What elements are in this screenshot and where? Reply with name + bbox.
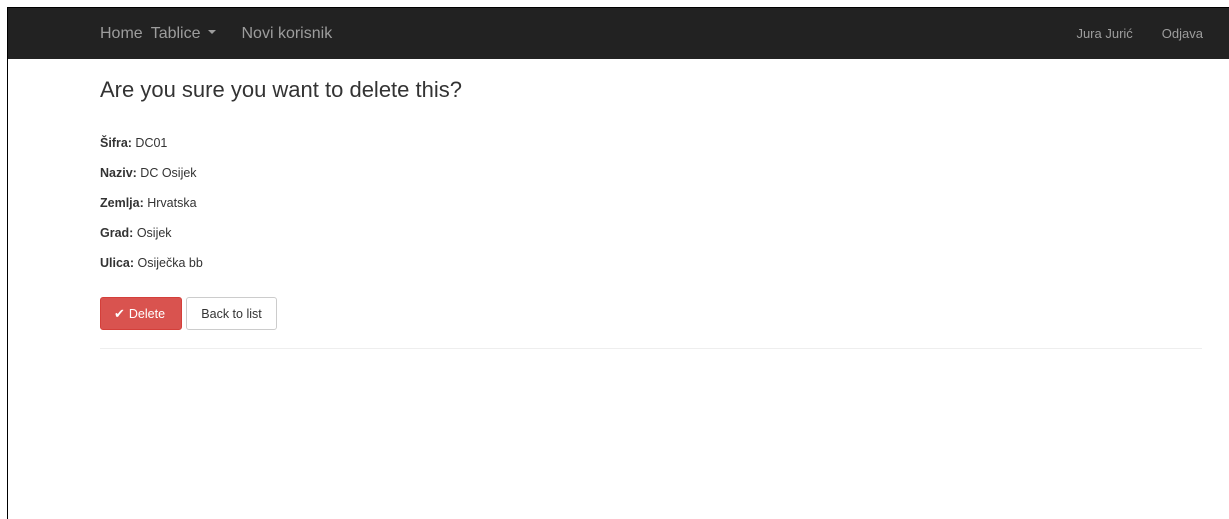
page-title: Are you sure you want to delete this? [100, 77, 462, 102]
nav-novi-korisnik-link[interactable]: Novi korisnik [242, 25, 333, 43]
field-value: DC01 [131, 136, 168, 150]
nav-right-group: Jura Jurić Odjava [1076, 8, 1203, 59]
field-value: DC Osijek [136, 166, 197, 180]
nav-left-group: Home Tablice Novi korisnik [100, 8, 332, 59]
field-label: Naziv: [100, 166, 137, 180]
nav-user-link[interactable]: Jura Jurić [1076, 26, 1132, 41]
field-label: Grad: [100, 226, 134, 240]
details-list: Šifra: DC01 Naziv: DC Osijek Zemlja: Hrv… [100, 134, 203, 284]
field-label: Šifra: [100, 136, 132, 150]
browser-viewport: Home Tablice Novi korisnik Jura Jurić Od… [7, 7, 1229, 519]
field-zemlja: Zemlja: Hrvatska [100, 194, 203, 224]
caret-down-icon [207, 30, 216, 35]
field-grad: Grad: Osijek [100, 224, 203, 254]
back-to-list-button[interactable]: Back to list [186, 297, 277, 330]
nav-logout-link[interactable]: Odjava [1162, 26, 1203, 41]
back-to-list-label: Back to list [201, 306, 262, 321]
field-label: Zemlja: [100, 196, 144, 210]
field-value: Osijek [133, 226, 172, 240]
delete-button-label: Delete [128, 306, 166, 321]
top-navbar: Home Tablice Novi korisnik Jura Jurić Od… [8, 8, 1229, 59]
divider [100, 348, 1202, 349]
field-ulica: Ulica: Osiječka bb [100, 254, 203, 284]
field-sifra: Šifra: DC01 [100, 134, 203, 164]
check-icon: ✔ [114, 305, 125, 321]
delete-button[interactable]: ✔ Delete [100, 297, 182, 330]
nav-tablice-dropdown[interactable]: Tablice [151, 25, 216, 43]
form-actions: ✔ Delete Back to list [100, 297, 277, 330]
field-value: Hrvatska [143, 196, 197, 210]
nav-home-link[interactable]: Home [100, 25, 143, 43]
field-value: Osiječka bb [134, 256, 203, 270]
nav-tablice-label: Tablice [150, 24, 201, 42]
field-naziv: Naziv: DC Osijek [100, 164, 203, 194]
field-label: Ulica: [100, 256, 135, 270]
